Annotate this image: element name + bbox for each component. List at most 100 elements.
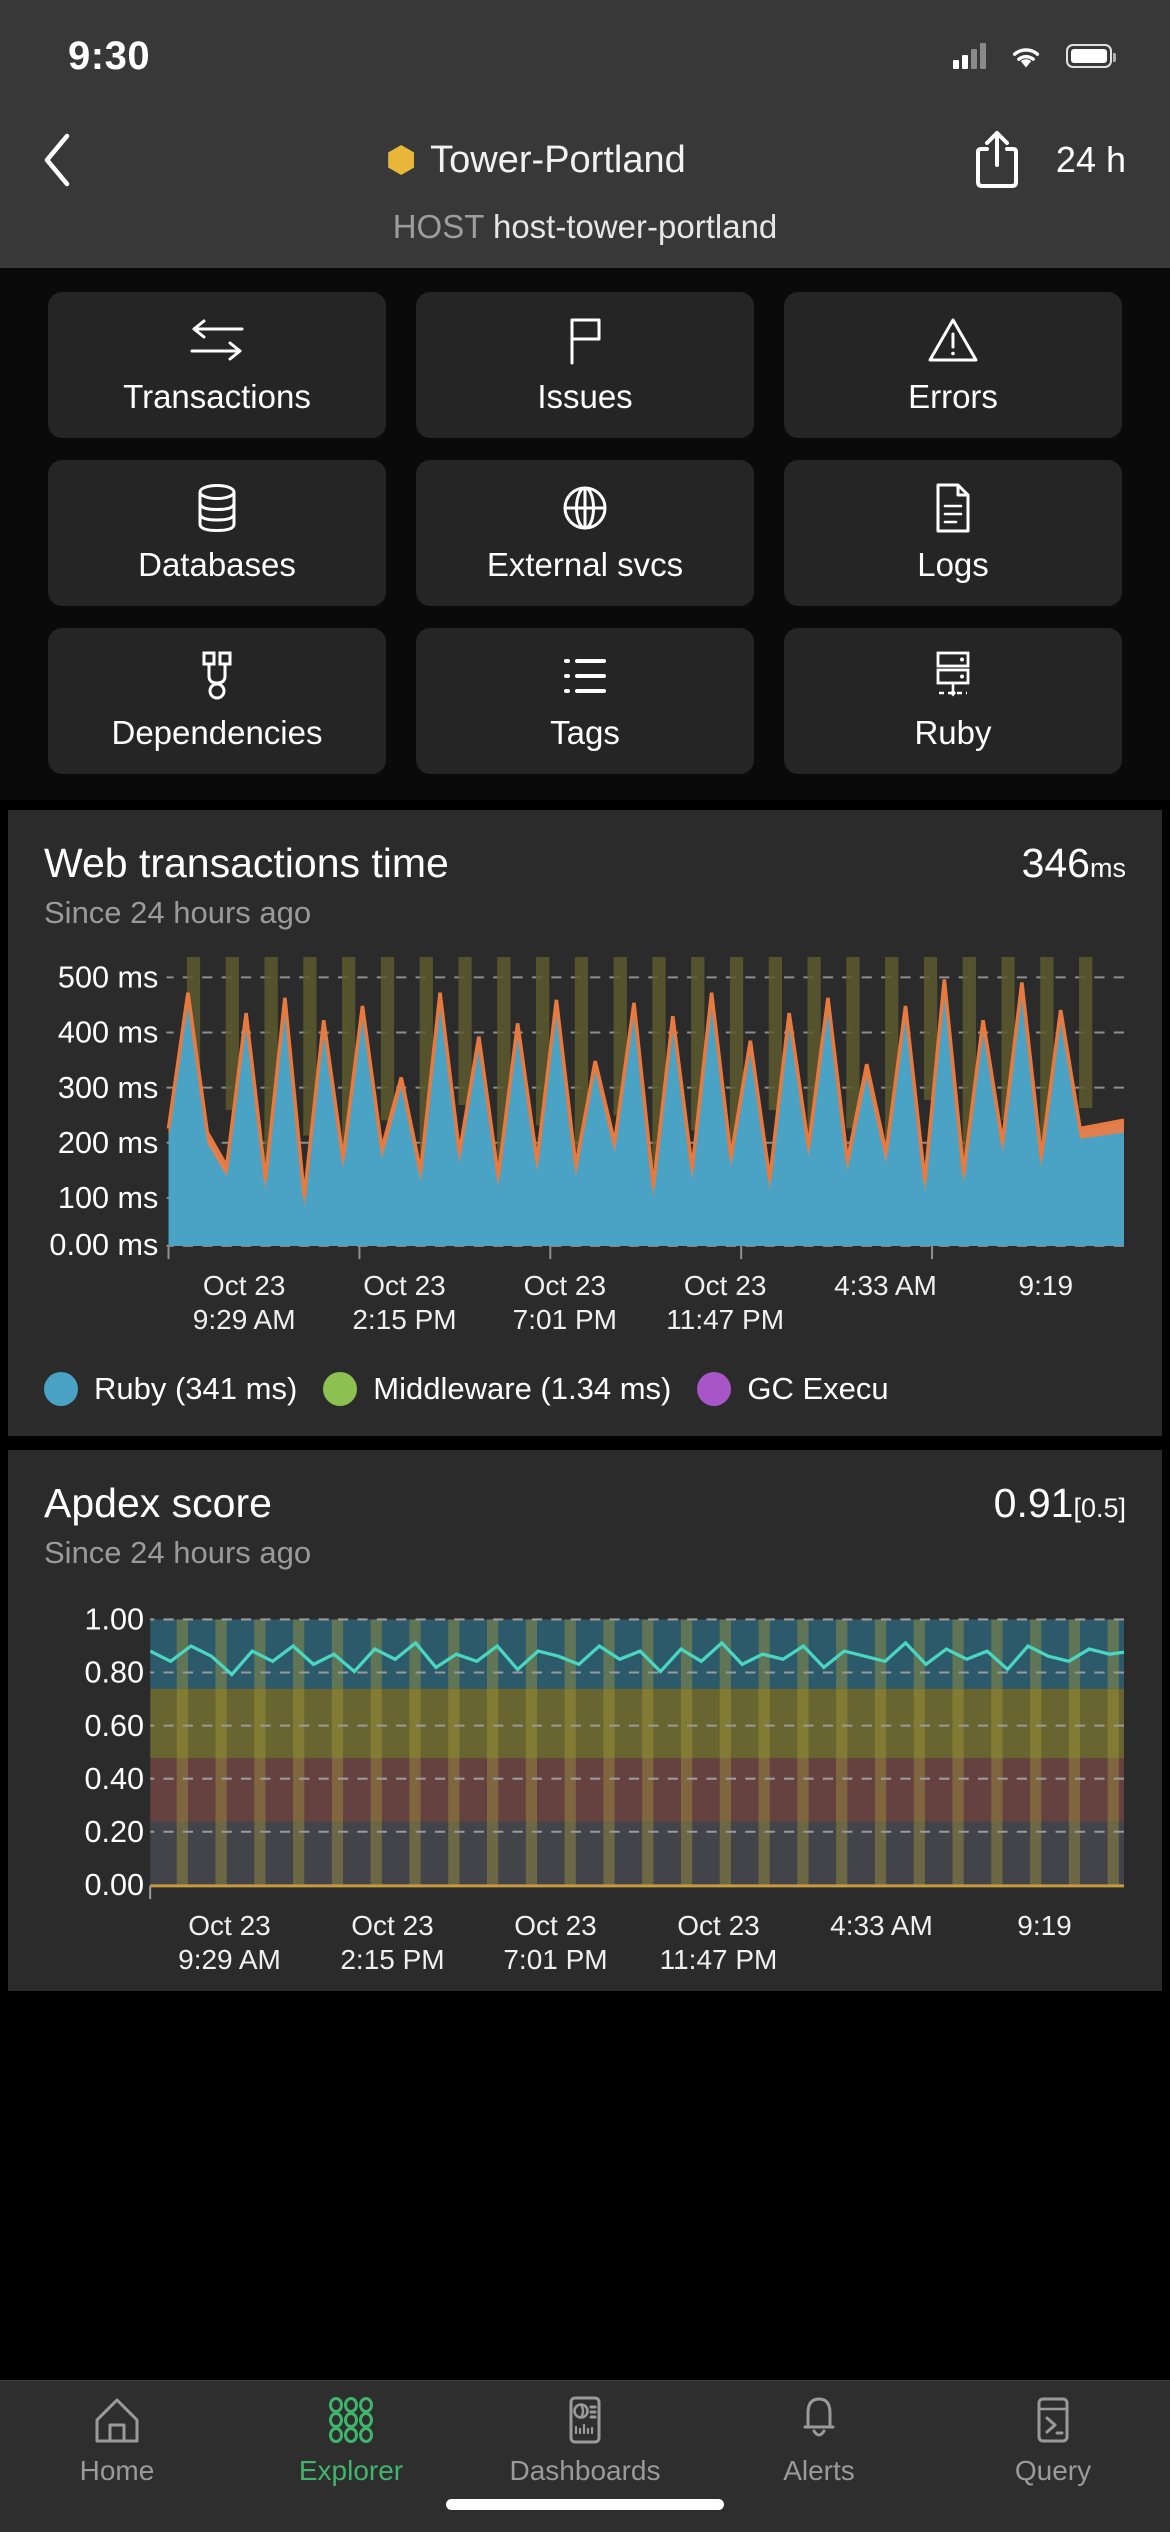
legend-item[interactable]: GC Execu — [697, 1370, 889, 1407]
card-header: Web transactions time Since 24 hours ago… — [44, 840, 1126, 931]
x-tick-line2: 11:47 PM — [659, 1943, 778, 1975]
battery-icon — [1066, 44, 1116, 68]
x-tick-line1: Oct 23 — [188, 1909, 271, 1941]
tile-label: Transactions — [123, 378, 311, 415]
legend-item[interactable]: Ruby (341 ms) — [44, 1371, 297, 1407]
x-tick: 9:19 — [966, 1269, 1126, 1337]
x-tick: Oct 23 7:01 PM — [485, 1269, 645, 1337]
x-axis-labels: Oct 23 9:29 AM Oct 23 2:15 PM Oct 23 7:0… — [44, 1909, 1126, 1977]
tile-label: Logs — [917, 546, 989, 583]
chart-canvas: 500 ms 400 ms 300 ms 200 ms 100 ms 0.00 … — [44, 957, 1125, 1264]
x-tick-line1: Oct 23 — [363, 1270, 446, 1302]
host-label: HOST — [392, 208, 484, 245]
y-axis-labels: 1.00 0.80 0.60 0.40 0.20 0.00 — [44, 1596, 151, 1903]
card-heading-group: Apdex score Since 24 hours ago — [44, 1480, 311, 1571]
tile-databases[interactable]: Databases — [48, 460, 386, 606]
tile-issues[interactable]: Issues — [416, 292, 754, 438]
svg-text:200 ms: 200 ms — [58, 1126, 158, 1160]
document-icon — [932, 482, 974, 534]
chevron-left-icon — [44, 133, 70, 187]
transactions-arrows-icon — [186, 314, 248, 366]
chart-legend: Ruby (341 ms) Middleware (1.34 ms) GC Ex… — [44, 1364, 1126, 1422]
card-value-unit: ms — [1090, 853, 1126, 883]
legend-label: Ruby (341 ms) — [94, 1370, 298, 1406]
x-tick-line1: 9:19 — [1017, 1909, 1072, 1941]
x-tick: Oct 23 2:15 PM — [311, 1909, 474, 1977]
terminal-icon — [1030, 2395, 1076, 2445]
card-subtitle: Since 24 hours ago — [44, 1534, 312, 1570]
svg-text:0.60: 0.60 — [84, 1708, 144, 1742]
legend-label: GC Execu — [747, 1370, 889, 1406]
x-tick: Oct 23 7:01 PM — [474, 1909, 637, 1977]
x-tick-line2: 2:15 PM — [352, 1304, 457, 1336]
x-tick-line2: 7:01 PM — [503, 1943, 608, 1975]
tab-label: Home — [79, 2455, 155, 2486]
tile-transactions[interactable]: Transactions — [48, 292, 386, 438]
time-range-selector[interactable]: 24 h — [1030, 139, 1126, 181]
x-tick: Oct 23 11:47 PM — [645, 1269, 805, 1337]
card-summary-value: 0.91[0.5] — [994, 1480, 1126, 1527]
cellular-signal-icon — [953, 43, 986, 69]
page-title: Tower-Portland — [110, 139, 964, 182]
card-value-number: 346 — [1021, 840, 1090, 886]
home-indicator — [446, 2499, 724, 2510]
flag-icon — [561, 314, 609, 366]
legend-item[interactable]: Middleware (1.34 ms) — [323, 1371, 671, 1407]
card-header: Apdex score Since 24 hours ago 0.91[0.5] — [44, 1480, 1126, 1571]
svg-text:0.20: 0.20 — [84, 1815, 144, 1849]
x-tick-line1: 9:19 — [1018, 1270, 1074, 1302]
tile-label: Issues — [537, 378, 633, 415]
svg-text:300 ms: 300 ms — [58, 1071, 158, 1105]
x-tick: 4:33 AM — [800, 1909, 963, 1977]
home-icon — [91, 2395, 143, 2445]
app-header: Tower-Portland 24 h HOST host-tower-port… — [0, 112, 1170, 268]
tab-label: Dashboards — [509, 2455, 661, 2486]
card-heading-group: Web transactions time Since 24 hours ago — [44, 840, 449, 931]
x-tick: Oct 23 11:47 PM — [637, 1909, 800, 1977]
tile-row: Databases External svcs Logs — [48, 460, 1122, 606]
tile-label: Errors — [908, 378, 998, 415]
svg-text:0.80: 0.80 — [84, 1655, 144, 1689]
x-tick-line2: 2:15 PM — [340, 1943, 445, 1975]
tile-external-svcs[interactable]: External svcs — [416, 460, 754, 606]
svg-text:400 ms: 400 ms — [58, 1016, 158, 1050]
tile-logs[interactable]: Logs — [784, 460, 1122, 606]
tab-home[interactable]: Home — [0, 2395, 234, 2487]
x-tick-line1: Oct 23 — [351, 1909, 434, 1941]
status-bar: 9:30 — [0, 0, 1170, 112]
svg-text:0.40: 0.40 — [84, 1761, 144, 1795]
legend-swatch-ruby — [44, 1371, 78, 1406]
svg-text:100 ms: 100 ms — [58, 1181, 158, 1215]
tab-alerts[interactable]: Alerts — [702, 2395, 936, 2487]
tab-dashboards[interactable]: Dashboards — [468, 2395, 702, 2487]
x-tick-line2: 11:47 PM — [666, 1304, 785, 1336]
chart-web-transactions-time[interactable]: 500 ms 400 ms 300 ms 200 ms 100 ms 0.00 … — [44, 957, 1126, 1422]
card-title: Web transactions time — [44, 840, 449, 886]
tile-ruby[interactable]: Ruby — [784, 628, 1122, 774]
back-button[interactable] — [40, 132, 110, 188]
x-tick: 9:19 — [963, 1909, 1126, 1977]
status-bar-indicators — [953, 43, 1116, 70]
tile-tags[interactable]: Tags — [416, 628, 754, 774]
y-axis-labels: 500 ms 400 ms 300 ms 200 ms 100 ms 0.00 … — [44, 957, 167, 1264]
x-tick-line1: Oct 23 — [514, 1909, 597, 1941]
tile-dependencies[interactable]: Dependencies — [48, 628, 386, 774]
tile-row: Transactions Issues Errors — [48, 292, 1122, 438]
tile-label: External svcs — [486, 546, 684, 583]
card-title: Apdex score — [44, 1479, 272, 1526]
card-apdex-score[interactable]: Apdex score Since 24 hours ago 0.91[0.5] — [8, 1449, 1162, 1992]
list-icon — [559, 650, 611, 702]
tab-query[interactable]: Query — [936, 2395, 1170, 2487]
card-web-transactions-time[interactable]: Web transactions time Since 24 hours ago… — [8, 810, 1162, 1436]
tile-errors[interactable]: Errors — [784, 292, 1122, 438]
svg-text:0.00: 0.00 — [84, 1868, 144, 1902]
tab-explorer[interactable]: Explorer — [234, 2395, 468, 2487]
x-tick: Oct 23 9:29 AM — [148, 1909, 311, 1977]
card-value-number: 0.91 — [993, 1479, 1074, 1526]
chart-apdex-score[interactable]: 1.00 0.80 0.60 0.40 0.20 0.00 Oct 23 9:2… — [44, 1596, 1126, 1978]
tile-label: Databases — [138, 546, 296, 583]
tab-label: Query — [1014, 2455, 1092, 2486]
share-button[interactable] — [964, 129, 1030, 191]
x-tick-line1: 4:33 AM — [834, 1270, 937, 1302]
x-tick-line2: 9:29 AM — [192, 1304, 296, 1336]
